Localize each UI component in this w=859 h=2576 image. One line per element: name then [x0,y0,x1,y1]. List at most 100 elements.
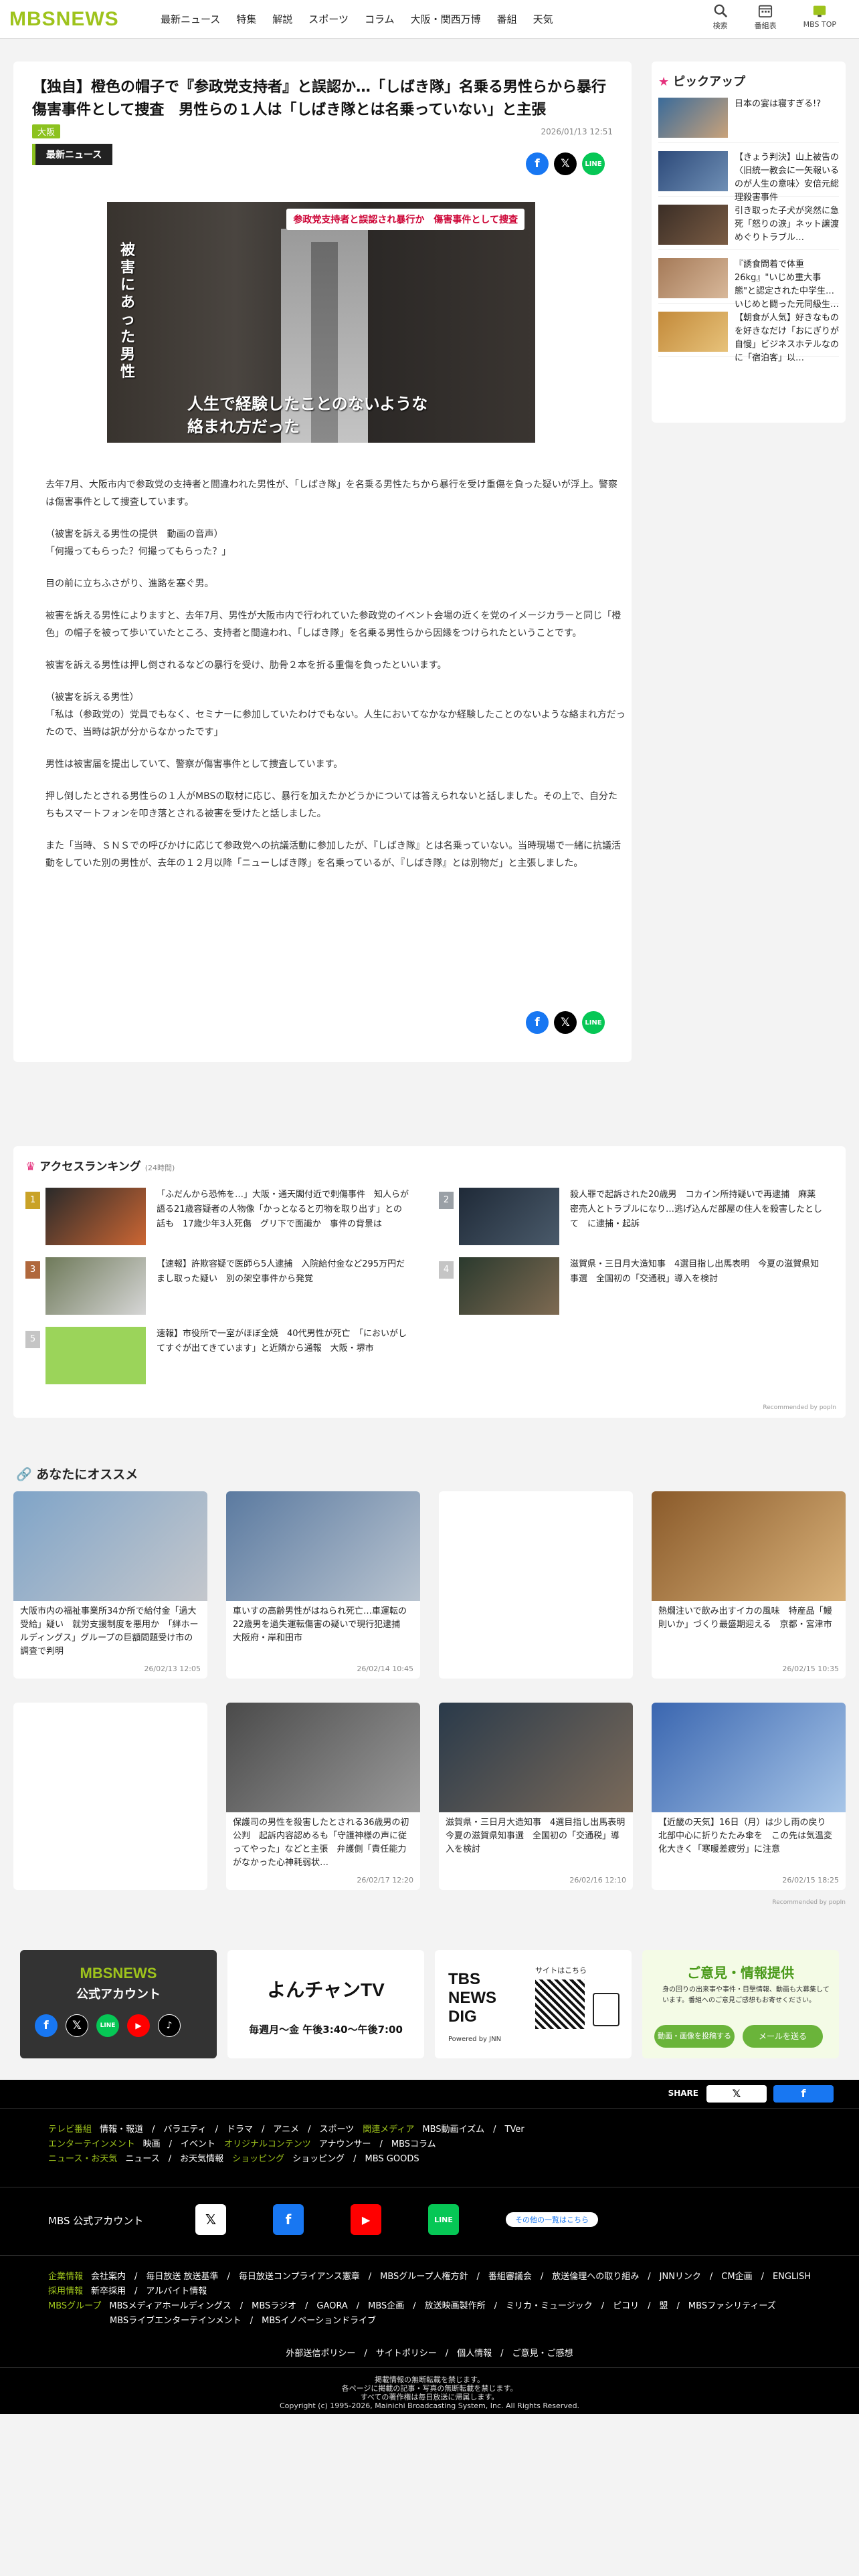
popin-credit[interactable]: Recommended by popIn [763,1404,836,1411]
main-nav: 最新ニュース 特集 解説 スポーツ コラム 大阪・関西万博 番組 天気 [161,12,553,26]
search-button[interactable]: 検索 [713,3,728,31]
send-mail-button[interactable]: メールを送る [743,2025,823,2048]
ranking-item[interactable]: 5 速報】市役所で一室がほぼ全焼 40代男性が死亡 「においがしてすぐが出てきて… [25,1327,413,1387]
nav-sports[interactable]: スポーツ [308,12,349,26]
banner-logo: MBSNEWS [80,1965,157,1981]
footer-links-value[interactable]: MBSライブエンターテインメント / MBSイノベーションドライブ [110,2316,376,2326]
x-share-button[interactable]: 𝕏 [554,152,577,175]
facebook-share-button[interactable]: f [773,2085,834,2103]
footer-links-value[interactable]: ショッピング / MBS GOODS [292,2154,419,2164]
popin-credit[interactable]: Recommended by popIn [772,1899,846,1906]
x-share-button[interactable]: 𝕏 [706,2085,767,2103]
line-share-button[interactable]: LINE [582,152,605,175]
site-logo[interactable]: MBSNEWS [9,8,119,31]
footer-links-value[interactable]: ニュース / お天気情報 [125,2154,223,2164]
region-tag[interactable]: 大阪 [32,124,61,138]
footer-links-value[interactable]: MBS動画イズム / TVer [422,2125,524,2135]
dig-powered: Powered by JNN [448,2036,502,2043]
ranking-thumbnail [45,1188,146,1245]
article-paragraph: （被害を訴える男性） 「私は（参政党の）党員でもなく、セミナーに参加していたわけ… [45,692,626,738]
share-buttons-bottom: f 𝕏 LINE [526,1011,605,1034]
x-share-button[interactable]: 𝕏 [554,1011,577,1034]
line-share-button[interactable]: LINE [582,1011,605,1034]
copyright-line: 掲載情報の無断転載を禁じます。 [375,2375,484,2384]
copyright-line: 各ページに掲載の記事・写真の無断転載を禁じます。 [341,2384,518,2393]
corporate-links: 企業情報 会社案内 / 毎日放送 放送基準 / 毎日放送コンプライアンス憲章 / … [48,2270,818,2329]
tbs-news-dig-banner[interactable]: TBS NEWS DIG Powered by JNN サイトはこちら [435,1950,632,2058]
facebook-icon[interactable]: f [273,2204,304,2235]
yonchan-banner[interactable]: よんチャンTV 毎週月～金 午後3:40～午後7:00 [227,1950,424,2058]
ranking-item[interactable]: 4 滋賀県・三日月大造知事 4選目指し出馬表明 今夏の滋賀県知事選 全国初の「交… [439,1257,827,1317]
more-accounts-link[interactable]: その他の一覧はこちら [506,2212,598,2227]
yonchan-logo: よんチャンTV [267,1979,385,2000]
nav-feature[interactable]: 特集 [236,12,256,26]
recommend-card[interactable]: 熱燗注いで飲み出すイカの風味 特産品「鰻則いか」づくり最盛期迎える 京都・宮津市… [652,1491,846,1679]
pickup-item[interactable]: 【朝食が人気】好きなものを好きなだけ「おにぎりが自慢」ビジネスホテルなのに「宿泊… [658,312,839,363]
footer-links-value[interactable]: アナウンサー / MBSコラム [319,2139,436,2149]
ranking-title: 速報】市役所で一室がほぼ全焼 40代男性が死亡 「においがしてすぐが出てきていま… [157,1329,407,1354]
footer-key: ショッピング [232,2154,285,2164]
footer-links-value[interactable]: 新卒採用 / アルバイト情報 [91,2286,207,2296]
pickup-title: 引き取った子犬が突然に急死「怒りの涙」ネット譲渡めぐりトラブル… [735,206,840,243]
footer-links-value[interactable]: 会社案内 / 毎日放送 放送基準 / 毎日放送コンプライアンス憲章 / MBSグ… [91,2272,811,2282]
rank-number: 2 [439,1192,454,1209]
mbs-top-button[interactable]: MBS TOP [803,3,836,31]
footer-row: エンターテインメント 映画 / イベント オリジナルコンテンツ アナウンサー / M… [48,2137,524,2152]
facebook-share-button[interactable]: f [526,152,549,175]
facebook-share-button[interactable]: f [526,1011,549,1034]
recommend-card[interactable]: 保護司の男性を殺害したとされる36歳男の初公判 起訴内容認めるも「守護神様の声に… [226,1703,420,1890]
opinion-banner[interactable]: ご意見・情報提供 身の回りの出来事や事件・目撃情報、動画も大募集しています。番組… [642,1950,839,2058]
rank-number: 4 [439,1261,454,1279]
nav-column[interactable]: コラム [365,12,395,26]
nav-weather[interactable]: 天気 [533,12,553,26]
footer-row: MBSグループ MBSメディアホールディングス / MBSラジオ / GAORA … [48,2299,818,2314]
pickup-panel: ★ ピックアップ 日本の宴は寝すぎる!? 【きょう判決】山上被告の〈旧統一教会に一… [652,62,846,423]
copyright-line: Copyright (c) 1995-2026, Mainichi Broadc… [279,2401,580,2410]
share-label: SHARE [668,2088,698,2098]
recommend-card[interactable]: 【近畿の天気】16日（月）は少し雨の戻り 北部中心に折りたたみ傘を この先は気温… [652,1703,846,1890]
footer-links-value[interactable]: MBSメディアホールディングス / MBSラジオ / GAORA / MBS企画… [109,2301,775,2311]
official-account-banner[interactable]: MBSNEWS 公式アカウント f 𝕏 LINE ▶ ♪ [20,1950,217,2058]
policy-links[interactable]: 外部送信ポリシー / サイトポリシー / 個人情報 / ご意見・ご感想 [0,2346,859,2359]
article-paragraph: 目の前に立ちふさがり、進路を塞ぐ男。 [45,578,214,589]
ranking-thumbnail [45,1257,146,1315]
footer-links-value[interactable]: 情報・報道 / バラエティ / ドラマ / アニメ / スポーツ [100,2125,354,2135]
footer-links-value[interactable]: 映画 / イベント [143,2139,215,2149]
pickup-thumbnail [658,312,728,352]
ranking-item[interactable]: 2 殺人罪で起訴された20歳男 コカイン所持疑いで再逮捕 麻薬密売人とトラブルに… [439,1188,827,1248]
copyright-line: すべての著作権は毎日放送に帰属します。 [360,2393,499,2401]
recommend-date: 26/02/14 10:45 [357,1665,413,1673]
footer-key: MBSグループ [48,2301,102,2311]
footer-divider [0,2108,859,2109]
recommend-title: 大阪市内の福祉事業所34か所で給付金「過大受給」疑い 就労支援制度を悪用か 「絆… [20,1606,199,1656]
photo-subtitle-2: 絡まれ方だった [187,417,300,436]
article-paragraph: 去年7月、大阪市内で参政党の支持者と間違われた男性が、「しばき隊」を名乗る男性た… [45,479,617,508]
ranking-item[interactable]: 3 【速報】許欺容疑で医師ら5人逮捕 入院給付金など295万円だまし取った疑い … [25,1257,413,1317]
nav-programs[interactable]: 番組 [497,12,517,26]
schedule-button[interactable]: 番組表 [755,3,777,31]
nav-expo[interactable]: 大阪・関西万博 [411,12,481,26]
yonchan-time: 毎週月～金 午後3:40～午後7:00 [249,2024,403,2036]
upload-video-button[interactable]: 動画・画像を投稿する [654,2025,735,2048]
x-icon[interactable]: 𝕏 [195,2204,226,2235]
recommend-date: 26/02/17 12:20 [357,1876,413,1885]
x-icon: 𝕏 [66,2014,88,2037]
recommend-card[interactable]: 滋賀県・三日月大造知事 4選目指し出馬表明 今夏の滋賀県知事選 全国初の「交通税… [439,1703,633,1890]
pickup-item[interactable]: 引き取った子犬が突然に急死「怒りの涙」ネット譲渡めぐりトラブル… [658,205,839,250]
article-title: 【独自】橙色の帽子で『参政党支持者』と誤認か…「しばき隊」名乗る男性らから暴行 … [32,79,622,118]
nav-analysis[interactable]: 解説 [272,12,292,26]
pickup-item[interactable]: 『誘食問着で体重26kg』"いじめ重大事態"と認定された中学生…いじめと闘った元… [658,258,839,310]
youtube-icon: ▶ [127,2014,150,2037]
nav-latest[interactable]: 最新ニュース [161,12,220,26]
pickup-item[interactable]: 【きょう判決】山上被告の〈旧統一教会に一矢報いるのが人生の意味〉安倍元総理殺害事… [658,151,839,203]
ranking-item[interactable]: 1 「ふだんから恐怖を…」大阪・通天閣付近で刺傷事件 知人らが語る21歳容疑者の… [25,1188,413,1248]
category-label: 最新ニュース [32,144,113,165]
line-icon[interactable]: LINE [428,2204,459,2235]
recommend-title: 滋賀県・三日月大造知事 4選目指し出馬表明 今夏の滋賀県知事選 全国初の「交通税… [446,1818,633,1854]
youtube-icon[interactable]: ▶ [351,2204,381,2235]
facebook-icon: f [535,157,540,171]
recommend-card[interactable]: 車いすの高齢男性がはねられ死亡…車運転の22歳男を過失運転傷害の疑いで現行犯逮捕… [226,1491,420,1679]
recommend-card[interactable]: 大阪市内の福祉事業所34か所で給付金「過大受給」疑い 就労支援制度を悪用か 「絆… [13,1491,207,1679]
ranking-title: 殺人罪で起訴された20歳男 コカイン所持疑いで再逮捕 麻薬密売人とトラブルになり… [570,1190,823,1229]
pickup-item[interactable]: 日本の宴は寝すぎる!? [658,98,839,143]
